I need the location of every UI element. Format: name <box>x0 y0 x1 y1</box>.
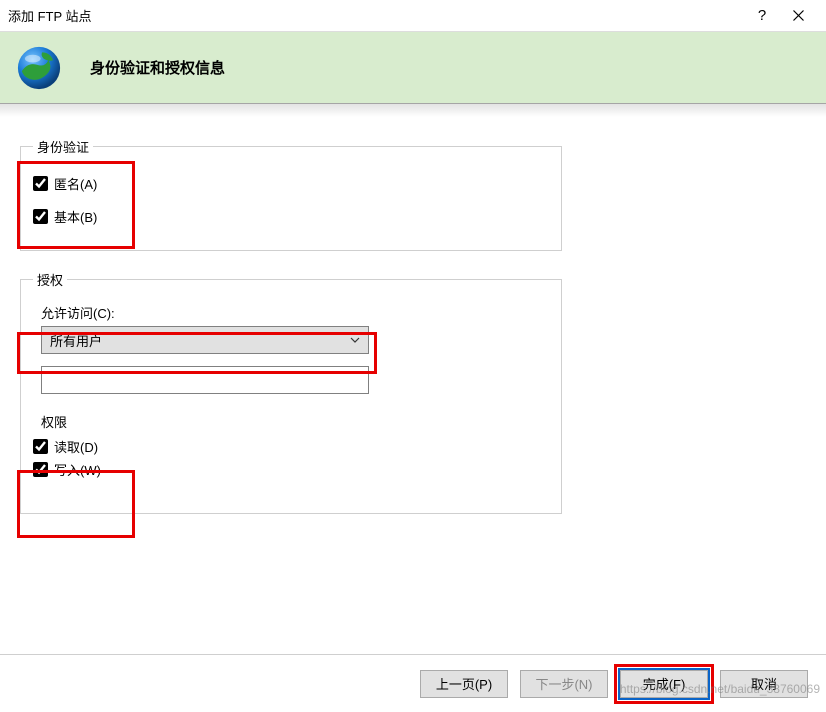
basic-checkbox[interactable] <box>33 209 48 224</box>
main-content: 身份验证 匿名(A) 基本(B) 授权 允许访问(C): 所有用户 权限 读取(… <box>2 126 824 650</box>
anonymous-label: 匿名(A) <box>54 174 97 193</box>
allow-access-select[interactable]: 所有用户 <box>41 326 369 354</box>
allow-access-label: 允许访问(C): <box>41 303 549 322</box>
basic-row: 基本(B) <box>33 207 549 226</box>
read-label: 读取(D) <box>54 437 98 456</box>
authentication-legend: 身份验证 <box>33 137 93 156</box>
read-row: 读取(D) <box>33 437 549 456</box>
write-checkbox[interactable] <box>33 462 48 477</box>
highlight-perms <box>17 470 135 538</box>
basic-label: 基本(B) <box>54 207 97 226</box>
anonymous-row: 匿名(A) <box>33 174 549 193</box>
roles-input[interactable] <box>41 366 369 394</box>
anonymous-checkbox[interactable] <box>33 176 48 191</box>
write-label: 写入(W) <box>54 460 101 479</box>
chevron-down-icon <box>350 337 360 343</box>
titlebar: 添加 FTP 站点 ? <box>0 0 826 32</box>
close-button[interactable] <box>780 1 816 31</box>
read-checkbox[interactable] <box>33 439 48 454</box>
authorization-legend: 授权 <box>33 270 67 289</box>
close-icon <box>793 10 804 21</box>
button-bar: 上一页(P) 下一步(N) 完成(F) 取消 <box>0 654 826 712</box>
finish-button[interactable]: 完成(F) <box>620 670 708 698</box>
prev-button[interactable]: 上一页(P) <box>420 670 508 698</box>
dialog-title: 身份验证和授权信息 <box>90 57 225 78</box>
help-button[interactable]: ? <box>744 1 780 31</box>
window-title: 添加 FTP 站点 <box>8 6 744 25</box>
write-row: 写入(W) <box>33 460 549 479</box>
next-button: 下一步(N) <box>520 670 608 698</box>
globe-icon <box>14 43 64 93</box>
authentication-panel: 身份验证 匿名(A) 基本(B) <box>20 146 562 251</box>
allow-access-value: 所有用户 <box>50 331 102 350</box>
dialog-header: 身份验证和授权信息 <box>0 32 826 104</box>
authorization-panel: 授权 允许访问(C): 所有用户 权限 读取(D) 写入(W) <box>20 279 562 514</box>
cancel-button[interactable]: 取消 <box>720 670 808 698</box>
permissions-label: 权限 <box>41 412 549 431</box>
